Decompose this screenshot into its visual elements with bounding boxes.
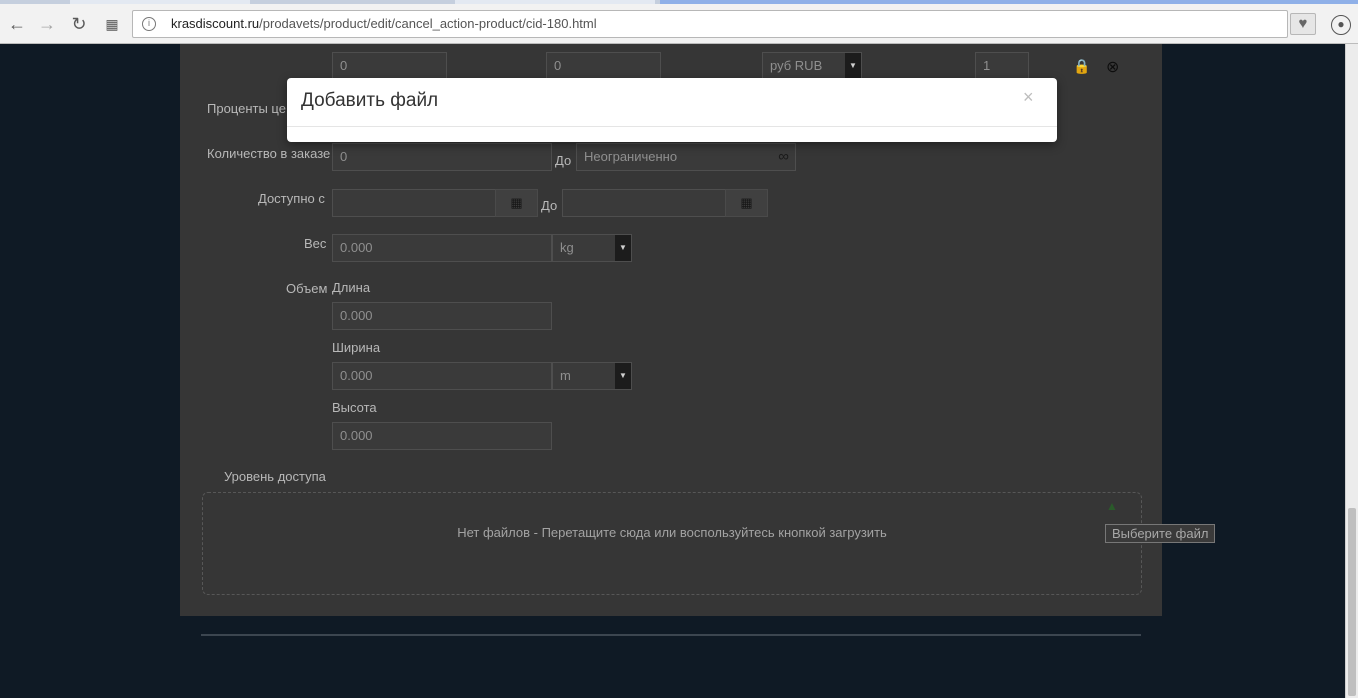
available-to-input[interactable] (562, 189, 726, 217)
available-from-label: Доступно с (258, 191, 325, 206)
heart-icon[interactable]: ♥ (1290, 13, 1316, 35)
quantity-to-label: До (555, 153, 572, 168)
chevron-down-icon: ▼ (615, 235, 631, 261)
browser-toolbar: ← → ↻ ▦ i krasdiscount.ru/prodavets/prod… (0, 4, 1358, 44)
upload-icon[interactable]: ▲ (1104, 499, 1120, 513)
available-to-label: До (541, 198, 558, 213)
dimension-unit-value: m (560, 368, 571, 383)
height-label: Высота (332, 400, 377, 415)
user-icon[interactable]: ● (1331, 15, 1351, 35)
calendar-icon: ▦ (740, 195, 753, 210)
weight-unit-select[interactable]: kg ▼ (552, 234, 632, 262)
percent-label: Проценты це (207, 101, 286, 116)
calendar-from-button[interactable]: ▦ (495, 189, 538, 217)
currency-select[interactable]: руб RUB ▼ (762, 52, 862, 80)
calendar-to-button[interactable]: ▦ (725, 189, 768, 217)
dropzone-message: Нет файлов - Перетащите сюда или восполь… (457, 525, 887, 540)
remove-icon[interactable]: ⊗ (1106, 57, 1119, 77)
quantity-to-value: Неограниченно (584, 149, 678, 164)
footer-divider (201, 634, 1141, 636)
quantity-from-input[interactable]: 0 (332, 143, 552, 171)
access-level-label: Уровень доступа (224, 469, 326, 484)
close-icon[interactable]: × (1023, 87, 1034, 108)
url-path: /prodavets/product/edit/cancel_action-pr… (259, 16, 597, 31)
infinity-icon[interactable]: ∞ (778, 144, 789, 170)
length-label: Длина (332, 280, 371, 295)
min-qty-input[interactable]: 1 (975, 52, 1029, 80)
currency-value: руб RUB (770, 58, 823, 73)
file-dropzone[interactable]: Нет файлов - Перетащите сюда или восполь… (202, 492, 1142, 595)
modal-header-divider (287, 126, 1057, 127)
add-file-modal: Добавить файл × (287, 78, 1057, 142)
volume-label: Объем (286, 281, 328, 296)
weight-unit-value: kg (560, 240, 574, 255)
modal-title: Добавить файл (301, 90, 439, 111)
arrow-left-icon[interactable]: ← (5, 12, 29, 36)
quantity-to-input[interactable]: Неограниченно ∞ (576, 143, 796, 171)
dimension-unit-select[interactable]: m ▼ (552, 362, 632, 390)
page-backdrop: 0 0 руб RUB ▼ 1 🔒 ⊗ Проценты це Количест… (0, 44, 1345, 698)
choose-file-tooltip: Выберите файл (1105, 524, 1216, 543)
calendar-icon: ▦ (510, 195, 523, 210)
reload-icon[interactable]: ↻ (67, 12, 91, 36)
arrow-right-icon[interactable]: → (35, 12, 59, 36)
available-from-input[interactable] (332, 189, 496, 217)
site-info-icon[interactable]: i (142, 17, 156, 31)
url-text[interactable]: krasdiscount.ru/prodavets/product/edit/c… (171, 16, 597, 31)
page-scrollbar[interactable] (1345, 44, 1358, 698)
url-domain: krasdiscount.ru (171, 16, 260, 31)
chevron-down-icon: ▼ (845, 53, 861, 79)
weight-input[interactable]: 0.000 (332, 234, 552, 262)
weight-label: Вес (304, 236, 327, 251)
length-input[interactable]: 0.000 (332, 302, 552, 330)
height-input[interactable]: 0.000 (332, 422, 552, 450)
lock-icon[interactable]: 🔒 (1073, 58, 1090, 75)
price-with-tax-input[interactable]: 0 (546, 52, 661, 80)
quantity-label: Количество в заказе (207, 146, 331, 161)
price-input[interactable]: 0 (332, 52, 447, 80)
width-input[interactable]: 0.000 (332, 362, 552, 390)
address-bar[interactable]: i krasdiscount.ru/prodavets/product/edit… (132, 10, 1288, 38)
scrollbar-thumb[interactable] (1348, 508, 1356, 696)
chevron-down-icon: ▼ (615, 363, 631, 389)
apps-grid-icon[interactable]: ▦ (100, 12, 124, 36)
width-label: Ширина (332, 340, 381, 355)
